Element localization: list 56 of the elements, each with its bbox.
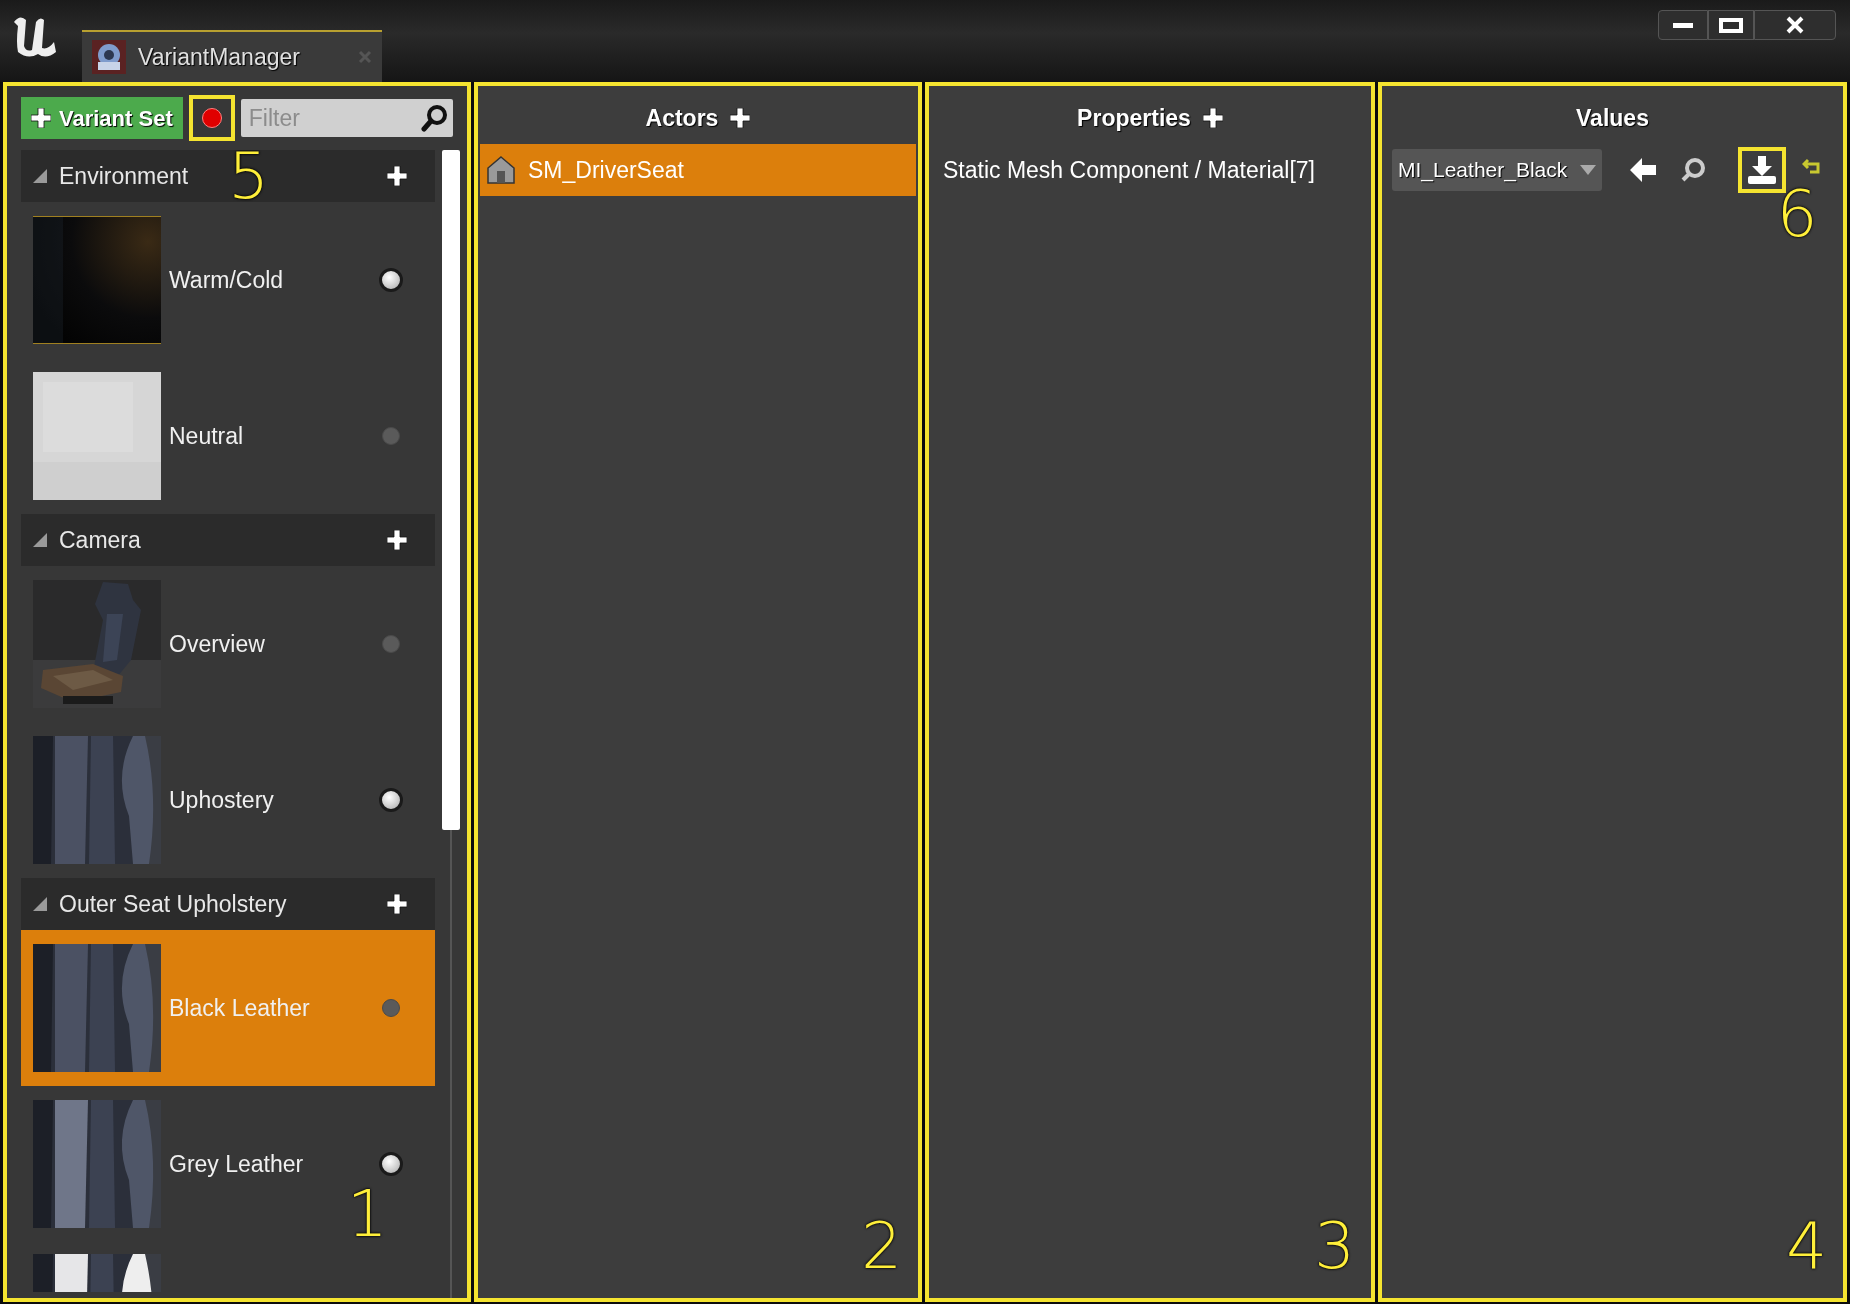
variant-set-header[interactable]: Outer Seat Upholstery — [21, 878, 435, 930]
collapse-arrow-icon[interactable] — [33, 897, 47, 911]
radio-indicator[interactable] — [379, 1152, 403, 1176]
search-icon[interactable] — [1680, 157, 1706, 183]
download-icon — [1748, 156, 1776, 184]
add-icon[interactable] — [387, 530, 407, 550]
variant-set-header[interactable]: Camera — [21, 514, 435, 566]
add-icon[interactable] — [387, 894, 407, 914]
variant-item[interactable]: Uphostery — [21, 722, 435, 878]
variant-label: Uphostery — [169, 785, 274, 815]
callout-number: 6 — [1776, 182, 1818, 246]
callout-number: 2 — [861, 1214, 902, 1278]
variant-label: Overview — [169, 629, 265, 659]
variant-item[interactable]: Overview — [21, 566, 435, 722]
tab-title: VariantManager — [138, 42, 301, 72]
house-icon — [486, 155, 516, 185]
close-button[interactable] — [1754, 10, 1836, 40]
radio-indicator[interactable] — [382, 427, 400, 445]
reset-arrow-icon[interactable] — [1802, 158, 1822, 176]
add-icon[interactable] — [730, 108, 751, 128]
variant-set-label: Environment — [59, 161, 189, 191]
plus-icon[interactable] — [31, 108, 51, 128]
material-dropdown[interactable]: MI_Leather_Black — [1392, 149, 1602, 191]
gear-icon — [92, 40, 126, 74]
variant-set-label: Camera — [59, 525, 141, 555]
callout-number: 3 — [1314, 1214, 1355, 1278]
editor-tab[interactable]: VariantManager — [82, 30, 382, 82]
maximize-button[interactable] — [1708, 10, 1754, 40]
arrow-left-icon[interactable] — [1630, 158, 1656, 182]
caret-icon — [1580, 165, 1596, 175]
variant-item[interactable]: Neutral — [21, 358, 435, 514]
panel-title: Values — [1576, 103, 1649, 133]
variant-label: Warm/Cold — [169, 265, 284, 295]
property-row[interactable]: Static Mesh Component / Material[7] — [929, 144, 1371, 196]
variant-label: Neutral — [169, 421, 244, 451]
variant-set-header[interactable]: Environment 5 — [21, 150, 435, 202]
actor-label: SM_DriverSeat — [528, 155, 684, 185]
add-icon[interactable] — [387, 166, 407, 186]
radio-indicator[interactable] — [379, 788, 403, 812]
panel-title: Properties — [1077, 103, 1191, 133]
add-icon[interactable] — [1202, 108, 1223, 128]
filter-field[interactable]: Filter — [240, 99, 453, 137]
variant-label: Grey Leather — [169, 1149, 304, 1179]
record-button[interactable] — [188, 95, 235, 141]
panel-title: Actors — [645, 103, 719, 133]
minimize-button[interactable] — [1658, 10, 1708, 40]
variant-set-label: Outer Seat Upholstery — [59, 889, 287, 919]
radio-indicator[interactable] — [382, 635, 400, 653]
radio-indicator[interactable] — [379, 268, 403, 292]
radio-indicator[interactable] — [382, 999, 400, 1017]
collapse-arrow-icon[interactable] — [33, 533, 47, 547]
collapse-arrow-icon[interactable] — [33, 169, 47, 183]
callout-number: 4 — [1786, 1214, 1827, 1278]
variant-label: Black Leather — [169, 993, 310, 1023]
scrollbar-thumb[interactable] — [442, 150, 460, 830]
search-icon[interactable] — [421, 104, 449, 132]
